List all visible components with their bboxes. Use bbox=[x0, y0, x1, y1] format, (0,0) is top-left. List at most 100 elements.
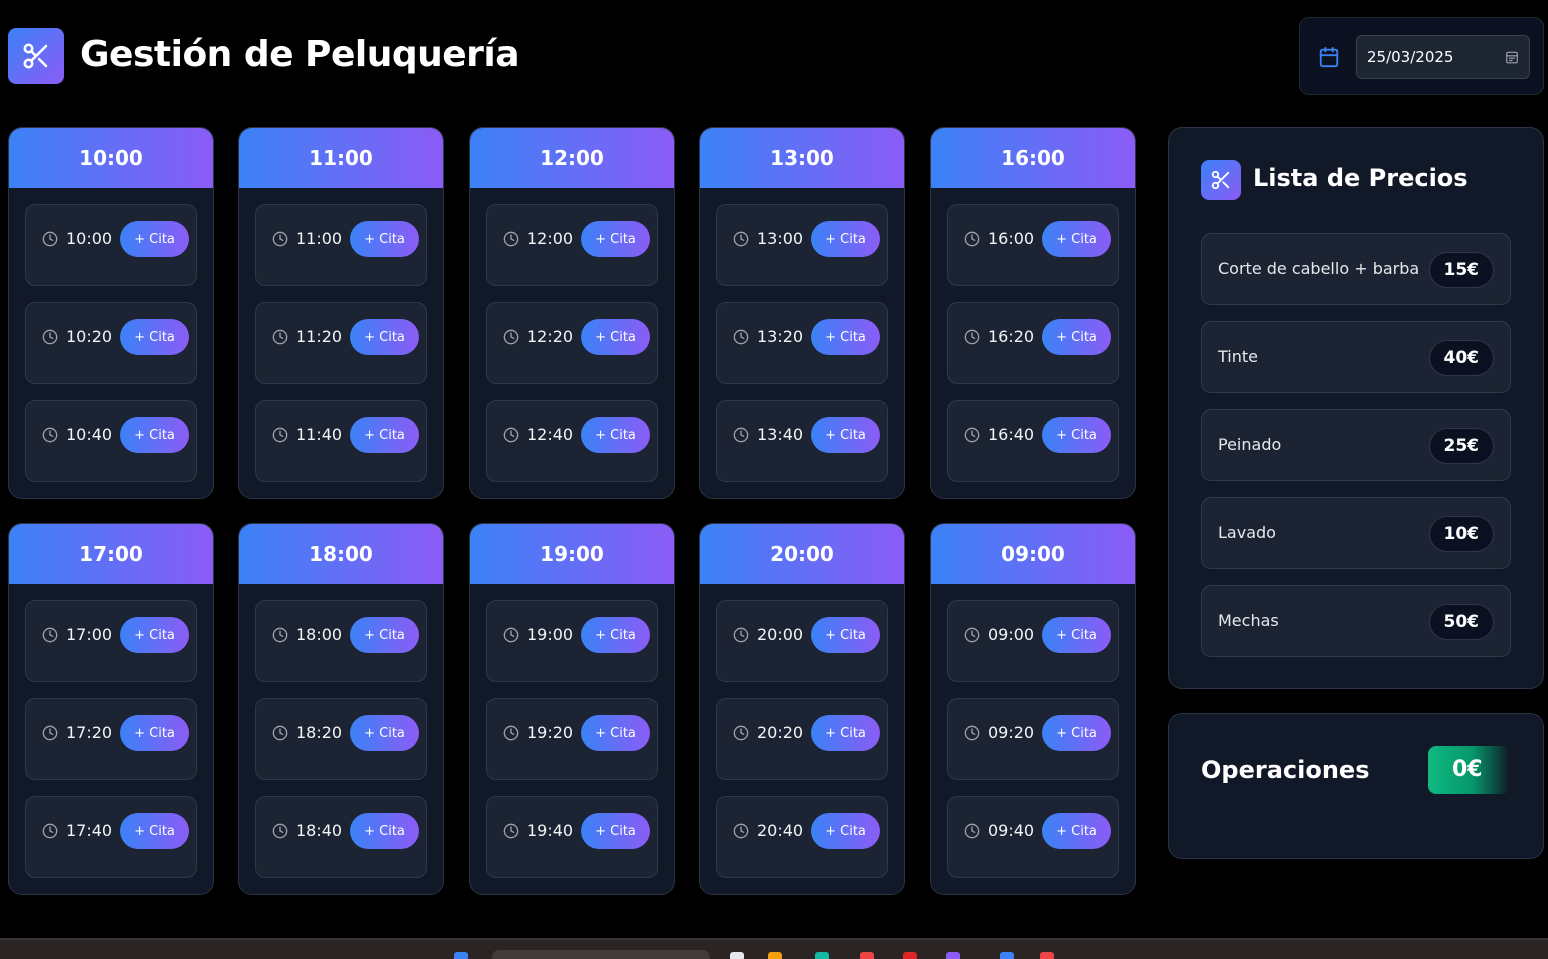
slot-time: 12:40 bbox=[527, 425, 574, 444]
add-appointment-button[interactable]: + Cita bbox=[581, 319, 650, 355]
add-appointment-button[interactable]: + Cita bbox=[811, 221, 880, 257]
add-appointment-button[interactable]: + Cita bbox=[811, 715, 880, 751]
time-slot: 16:00 + Cita bbox=[947, 204, 1119, 286]
slot-time: 16:40 bbox=[988, 425, 1035, 444]
add-appointment-button[interactable]: + Cita bbox=[350, 417, 419, 453]
taskbar-app-icon[interactable] bbox=[1040, 952, 1054, 959]
taskbar-start-icon[interactable] bbox=[454, 952, 468, 959]
hour-card: 12:00 12:00 + Cita 12:20 + Cita 12:40 + Cita bbox=[469, 127, 675, 499]
clock-icon bbox=[42, 627, 58, 643]
time-slot: 16:40 + Cita bbox=[947, 400, 1119, 482]
add-appointment-button[interactable]: + Cita bbox=[120, 221, 189, 257]
clock-icon bbox=[272, 823, 288, 839]
clock-icon bbox=[503, 427, 519, 443]
time-slot: 13:00 + Cita bbox=[716, 204, 888, 286]
add-appointment-button[interactable]: + Cita bbox=[1042, 813, 1111, 849]
taskbar-app-icon[interactable] bbox=[730, 952, 744, 959]
slot-time: 17:40 bbox=[66, 821, 113, 840]
price-list-title: Lista de Precios bbox=[1253, 164, 1468, 192]
clock-icon bbox=[272, 427, 288, 443]
time-slot: 19:00 + Cita bbox=[486, 600, 658, 682]
hour-card: 09:00 09:00 + Cita 09:20 + Cita 09:40 + Cita bbox=[930, 523, 1136, 895]
add-appointment-button[interactable]: + Cita bbox=[120, 715, 189, 751]
slot-time: 16:00 bbox=[988, 229, 1035, 248]
date-picker-icon[interactable] bbox=[1505, 50, 1519, 64]
time-slot: 17:20 + Cita bbox=[25, 698, 197, 780]
price-item: Peinado 25€ bbox=[1201, 409, 1511, 481]
clock-icon bbox=[503, 725, 519, 741]
time-slot: 19:20 + Cita bbox=[486, 698, 658, 780]
slot-time: 19:00 bbox=[527, 625, 574, 644]
slot-time: 10:20 bbox=[66, 327, 113, 346]
slot-time: 20:00 bbox=[757, 625, 804, 644]
service-name: Peinado bbox=[1218, 435, 1282, 454]
operations-total: 0€ bbox=[1428, 746, 1510, 794]
taskbar-app-icon[interactable] bbox=[768, 952, 782, 959]
add-appointment-button[interactable]: + Cita bbox=[1042, 221, 1111, 257]
add-appointment-button[interactable]: + Cita bbox=[581, 221, 650, 257]
clock-icon bbox=[733, 231, 749, 247]
add-appointment-button[interactable]: + Cita bbox=[581, 715, 650, 751]
add-appointment-button[interactable]: + Cita bbox=[811, 319, 880, 355]
taskbar-app-icon[interactable] bbox=[903, 952, 917, 959]
taskbar-search[interactable] bbox=[492, 950, 710, 959]
add-appointment-button[interactable]: + Cita bbox=[811, 417, 880, 453]
hour-card-header: 12:00 bbox=[470, 128, 674, 188]
hour-card-header: 17:00 bbox=[9, 524, 213, 584]
add-appointment-button[interactable]: + Cita bbox=[1042, 319, 1111, 355]
slot-time: 09:20 bbox=[988, 723, 1035, 742]
add-appointment-button[interactable]: + Cita bbox=[350, 221, 419, 257]
operations-panel: Operaciones 0€ bbox=[1168, 713, 1544, 859]
clock-icon bbox=[272, 725, 288, 741]
add-appointment-button[interactable]: + Cita bbox=[811, 617, 880, 653]
clock-icon bbox=[733, 725, 749, 741]
add-appointment-button[interactable]: + Cita bbox=[1042, 417, 1111, 453]
add-appointment-button[interactable]: + Cita bbox=[581, 813, 650, 849]
hour-card-header: 09:00 bbox=[931, 524, 1135, 584]
time-slot: 13:40 + Cita bbox=[716, 400, 888, 482]
hour-card-header: 11:00 bbox=[239, 128, 443, 188]
slot-time: 10:40 bbox=[66, 425, 113, 444]
taskbar-app-icon[interactable] bbox=[860, 952, 874, 959]
service-price: 50€ bbox=[1428, 604, 1494, 640]
hour-card-header: 19:00 bbox=[470, 524, 674, 584]
add-appointment-button[interactable]: + Cita bbox=[1042, 617, 1111, 653]
taskbar-app-icon[interactable] bbox=[946, 952, 960, 959]
date-value: 25/03/2025 bbox=[1367, 48, 1454, 66]
slot-time: 09:00 bbox=[988, 625, 1035, 644]
calendar-icon bbox=[1319, 46, 1339, 68]
hour-card: 20:00 20:00 + Cita 20:20 + Cita 20:40 + Cita bbox=[699, 523, 905, 895]
add-appointment-button[interactable]: + Cita bbox=[581, 617, 650, 653]
service-name: Mechas bbox=[1218, 611, 1279, 630]
slot-time: 11:40 bbox=[296, 425, 343, 444]
clock-icon bbox=[964, 427, 980, 443]
date-input[interactable]: 25/03/2025 bbox=[1356, 35, 1530, 79]
taskbar-app-icon[interactable] bbox=[1000, 952, 1014, 959]
add-appointment-button[interactable]: + Cita bbox=[811, 813, 880, 849]
add-appointment-button[interactable]: + Cita bbox=[120, 813, 189, 849]
add-appointment-button[interactable]: + Cita bbox=[120, 319, 189, 355]
hour-card: 11:00 11:00 + Cita 11:20 + Cita 11:40 + Cita bbox=[238, 127, 444, 499]
add-appointment-button[interactable]: + Cita bbox=[350, 715, 419, 751]
add-appointment-button[interactable]: + Cita bbox=[120, 417, 189, 453]
clock-icon bbox=[503, 627, 519, 643]
taskbar-app-icon[interactable] bbox=[815, 952, 829, 959]
time-slot: 09:20 + Cita bbox=[947, 698, 1119, 780]
clock-icon bbox=[733, 427, 749, 443]
slot-time: 16:20 bbox=[988, 327, 1035, 346]
add-appointment-button[interactable]: + Cita bbox=[581, 417, 650, 453]
time-slot: 10:40 + Cita bbox=[25, 400, 197, 482]
service-name: Lavado bbox=[1218, 523, 1276, 542]
time-slot: 18:00 + Cita bbox=[255, 600, 427, 682]
slot-time: 18:00 bbox=[296, 625, 343, 644]
hour-card-header: 16:00 bbox=[931, 128, 1135, 188]
price-item: Corte de cabello + barba 15€ bbox=[1201, 233, 1511, 305]
add-appointment-button[interactable]: + Cita bbox=[350, 813, 419, 849]
add-appointment-button[interactable]: + Cita bbox=[120, 617, 189, 653]
add-appointment-button[interactable]: + Cita bbox=[350, 319, 419, 355]
service-name: Corte de cabello + barba bbox=[1218, 259, 1420, 278]
add-appointment-button[interactable]: + Cita bbox=[1042, 715, 1111, 751]
time-slot: 20:20 + Cita bbox=[716, 698, 888, 780]
add-appointment-button[interactable]: + Cita bbox=[350, 617, 419, 653]
clock-icon bbox=[964, 329, 980, 345]
